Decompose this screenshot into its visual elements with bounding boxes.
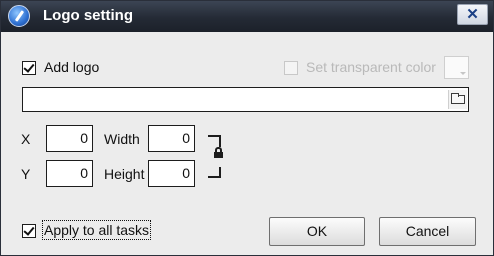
lock-bracket-bottom bbox=[208, 167, 221, 178]
add-logo-label: Add logo bbox=[44, 59, 100, 75]
width-input[interactable]: 0 bbox=[148, 125, 195, 152]
lock-bracket-top bbox=[208, 135, 221, 147]
height-input[interactable]: 0 bbox=[148, 160, 195, 187]
browse-button[interactable] bbox=[448, 90, 467, 109]
x-input[interactable]: 0 bbox=[46, 125, 93, 152]
x-label: X bbox=[21, 131, 31, 147]
cancel-button[interactable]: Cancel bbox=[379, 217, 476, 246]
y-label: Y bbox=[21, 166, 31, 182]
folder-icon bbox=[451, 93, 465, 104]
y-input[interactable]: 0 bbox=[46, 160, 93, 187]
lock-icon[interactable] bbox=[214, 147, 223, 158]
title-bar: Logo setting ✕ bbox=[1, 1, 493, 32]
app-icon bbox=[8, 5, 30, 27]
logo-path-input[interactable] bbox=[22, 87, 469, 112]
close-button[interactable]: ✕ bbox=[457, 4, 488, 25]
width-label: Width bbox=[104, 131, 140, 147]
apply-all-label: Apply to all tasks bbox=[41, 220, 152, 240]
transparent-color-picker[interactable] bbox=[444, 56, 469, 79]
dialog-title: Logo setting bbox=[43, 7, 133, 24]
transparent-color-checkbox[interactable] bbox=[284, 61, 298, 75]
add-logo-checkbox[interactable] bbox=[22, 61, 36, 75]
close-icon: ✕ bbox=[466, 6, 479, 23]
logo-setting-dialog: Logo setting ✕ Add logo Set transparent … bbox=[0, 0, 494, 256]
transparent-color-label: Set transparent color bbox=[306, 59, 436, 75]
ok-button[interactable]: OK bbox=[269, 217, 365, 246]
height-label: Height bbox=[104, 166, 145, 182]
apply-all-checkbox[interactable] bbox=[22, 224, 36, 238]
